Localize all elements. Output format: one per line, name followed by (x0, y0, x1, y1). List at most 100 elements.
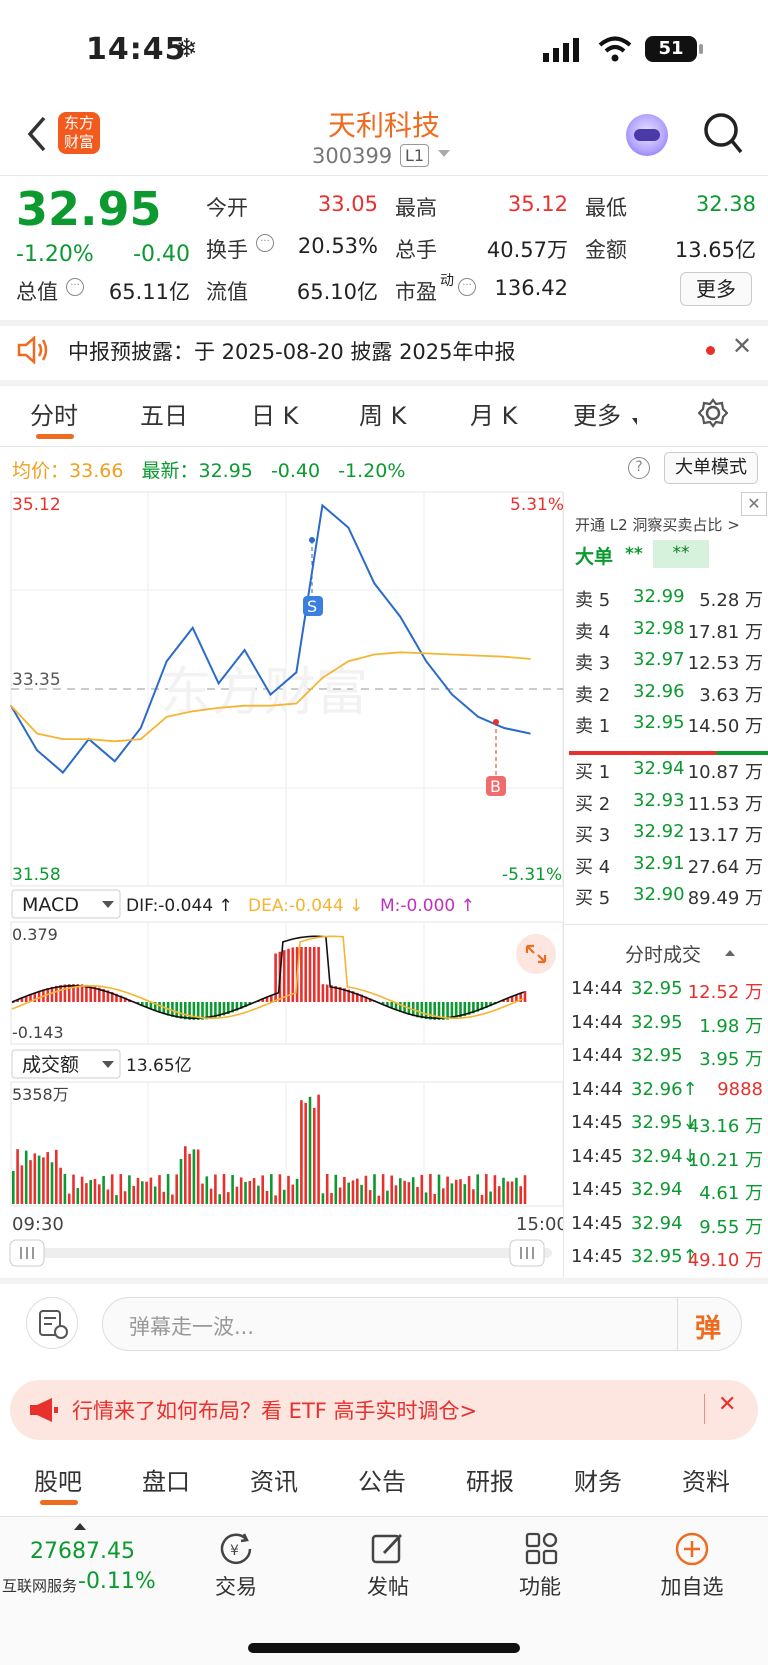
trade-price: 32.95 (631, 1011, 683, 1033)
close-icon[interactable]: ✕ (732, 332, 752, 360)
avg-price-line-point (165, 716, 168, 718)
volume-bar (115, 1195, 118, 1204)
level-volume: 5.28 万 (699, 590, 763, 611)
dea-value: DEA:-0.044 ↓ (248, 896, 363, 916)
volume-bar (132, 1185, 135, 1204)
danmu-input[interactable]: 弹幕走一波... 弹 (102, 1297, 742, 1351)
search-icon[interactable] (703, 112, 743, 156)
add-watchlist-label[interactable]: 加自选 (632, 1571, 752, 1601)
volume-bar (373, 1174, 376, 1204)
amount-value: 13.65亿 (674, 238, 756, 262)
price-line-point (62, 771, 64, 774)
tab-guba[interactable]: 股吧 (34, 1462, 82, 1497)
price-line-point (321, 504, 324, 507)
level-volume: 13.17 万 (687, 825, 763, 846)
tab-research[interactable]: 研报 (466, 1462, 514, 1497)
tab-week-k[interactable]: 周 K (359, 396, 406, 431)
info-icon[interactable]: ··· (66, 278, 84, 296)
volume-bar (351, 1180, 355, 1204)
change-percent: -1.20% (16, 242, 94, 267)
chevron-down-icon[interactable] (438, 150, 450, 157)
robot-assistant-icon[interactable] (626, 114, 668, 156)
macd-bar (184, 1002, 187, 1020)
level-volume: 3.63 万 (699, 684, 763, 706)
tab-news[interactable]: 资讯 (250, 1462, 298, 1497)
pe-sup: 动 (440, 273, 454, 289)
more-button[interactable]: 更多 (680, 272, 752, 306)
tab-more[interactable]: 更多 (573, 396, 621, 431)
quote-panel: 32.95 -1.20% -0.40 总值 ··· 65.11亿 今开 33.0… (0, 176, 768, 318)
tab-handicap[interactable]: 盘口 (142, 1462, 190, 1497)
volume-bar (420, 1174, 424, 1204)
volume-bar (330, 1193, 333, 1204)
function-label[interactable]: 功能 (480, 1571, 600, 1601)
l2-promo-link[interactable]: 开通 L2 洞察买卖占比 > (575, 514, 740, 535)
big-order-mode-button[interactable]: 大单模式 (664, 452, 758, 484)
trade-time: 14:44 (571, 1078, 623, 1100)
trade-price: 32.94 (631, 1179, 683, 1200)
volume-bar (485, 1174, 488, 1204)
volume-bar (166, 1174, 170, 1204)
macd-bar (188, 1002, 191, 1020)
svg-text:¥: ¥ (230, 1543, 239, 1559)
volume-bar (493, 1175, 497, 1204)
avg-price-line-point (425, 652, 428, 655)
post-label[interactable]: 发帖 (328, 1571, 448, 1601)
index-pct: -0.11% (78, 1569, 156, 1594)
level-badge[interactable]: L1 (400, 144, 430, 167)
index-value[interactable]: 27687.45 (30, 1539, 135, 1564)
tab-day-k[interactable]: 日 K (251, 396, 298, 431)
tab-month-k[interactable]: 月 K (470, 396, 517, 431)
close-icon[interactable]: ✕ (741, 492, 767, 516)
volume-bar (42, 1157, 45, 1204)
volume-bar (325, 1174, 329, 1204)
level-label: 卖 5 (575, 590, 611, 611)
intraday-chart[interactable]: 东方财富 35.12 5.31% 33.35 31.58 -5.31% S B … (0, 490, 563, 1280)
close-icon[interactable]: ✕ (718, 1392, 736, 1417)
macd-bar (433, 1002, 436, 1020)
post-icon[interactable] (370, 1531, 406, 1567)
volume-bar (433, 1193, 436, 1204)
trades-title[interactable]: 分时成交 (625, 940, 701, 967)
trade-price: 32.94 (631, 1212, 683, 1234)
trade-icon[interactable]: ¥ (216, 1531, 256, 1567)
tab-announcement[interactable]: 公告 (358, 1462, 406, 1497)
function-icon[interactable] (524, 1531, 560, 1567)
volume-bar (377, 1195, 381, 1204)
battery-level: 51 (658, 38, 684, 59)
price-line-point (191, 626, 194, 629)
macd-bar (325, 984, 329, 1002)
trade-time: 14:44 (571, 1045, 623, 1066)
info-icon[interactable]: ··· (256, 234, 274, 252)
gear-icon[interactable] (698, 398, 728, 428)
notice-bar[interactable]: 中报预披露：于 2025-08-20 披露 2025年中报 ✕ (0, 324, 768, 376)
volume-bar (523, 1175, 527, 1204)
trade-volume: 9888 (717, 1078, 763, 1100)
avg-price-line-point (347, 660, 350, 662)
tab-5day[interactable]: 五日 (140, 396, 188, 431)
avg-price-line-point (399, 651, 402, 654)
avg-price-line-point (477, 654, 479, 657)
volume-bar (519, 1186, 522, 1204)
tab-profile[interactable]: 资料 (682, 1462, 730, 1497)
volume-bar (98, 1184, 101, 1204)
add-watchlist-icon[interactable] (674, 1531, 710, 1567)
volume-bar (446, 1176, 449, 1204)
volume-bar (321, 1193, 325, 1204)
info-icon[interactable]: ··· (458, 278, 476, 296)
y-bottom-price: 31.58 (12, 865, 61, 885)
notice-text: 中报预披露：于 2025-08-20 披露 2025年中报 (68, 340, 516, 364)
help-icon[interactable]: ? (628, 457, 650, 479)
promo-banner[interactable]: 行情来了如何布局？看 ETF 高手实时调仓> ✕ (10, 1380, 758, 1440)
volume-bar (179, 1158, 183, 1204)
trade-label[interactable]: 交易 (176, 1571, 296, 1601)
volume-bar (145, 1181, 148, 1204)
tab-intraday[interactable]: 分时 (30, 396, 78, 431)
volume-select-label: 成交额 (22, 1054, 79, 1076)
unread-dot (706, 346, 715, 355)
danmu-send-button[interactable]: 弹 (695, 1308, 721, 1345)
avg-price-line-point (451, 653, 453, 656)
danmu-list-icon[interactable] (26, 1297, 78, 1349)
level-label: 卖 2 (575, 684, 611, 706)
tab-finance[interactable]: 财务 (574, 1462, 622, 1497)
